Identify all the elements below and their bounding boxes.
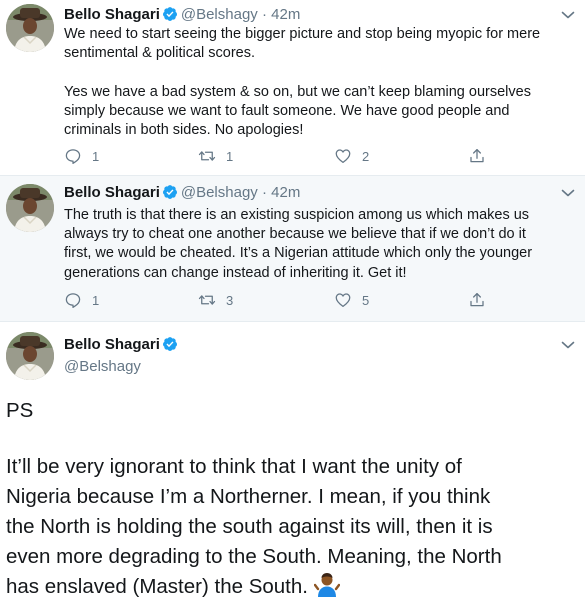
verified-badge-icon [162,336,178,352]
share-icon [468,291,486,309]
share-button[interactable] [468,290,496,310]
like-button[interactable]: 2 [334,146,369,166]
avatar[interactable] [6,4,54,52]
chevron-down-icon[interactable] [561,10,575,20]
tweet-text: The truth is that there is an existing s… [64,207,533,281]
tweet-text: We need to start seeing the bigger pictu… [64,26,541,139]
retweet-count: 3 [226,292,234,308]
tweet-2[interactable]: Bello Shagari @Belshagy · 42m The truth i… [0,176,585,322]
reply-icon [64,147,82,165]
like-count: 5 [362,292,370,308]
author-handle[interactable]: @Belshagy [181,184,258,201]
like-button[interactable]: 5 [334,290,369,310]
reply-count: 1 [92,292,100,308]
retweet-icon [198,147,216,165]
like-icon [334,147,352,165]
tweet-header: Bello Shagari @Belshagy · 42m [64,6,300,24]
reply-icon [64,291,82,309]
chevron-down-icon[interactable] [561,340,575,350]
main-tweet-text: It’ll be very ignorant to think that I w… [6,452,581,602]
main-tweet-body: It’ll be very ignorant to think that I w… [6,455,502,598]
timestamp[interactable]: 42m [271,6,300,23]
avatar-image [6,332,54,380]
verified-badge-icon [162,6,178,22]
verified-badge-icon [162,184,178,200]
separator-dot: · [261,6,267,23]
avatar-image [6,4,54,52]
author-name[interactable]: Bello Shagari [64,184,160,201]
share-button[interactable] [468,146,496,166]
retweet-icon [198,291,216,309]
author-handle[interactable]: @Belshagy [64,358,141,376]
reply-button[interactable]: 1 [64,146,99,166]
avatar[interactable] [6,184,54,232]
retweet-button[interactable]: 3 [198,290,233,310]
tweet-header: Bello Shagari @Belshagy [64,336,181,375]
reply-button[interactable]: 1 [64,290,99,310]
tweet-header: Bello Shagari @Belshagy · 42m [64,184,300,202]
author-handle[interactable]: @Belshagy [181,6,258,23]
avatar-image [6,184,54,232]
like-icon [334,291,352,309]
author-name[interactable]: Bello Shagari [64,336,160,353]
tweet-1[interactable]: Bello Shagari @Belshagy · 42m We need to … [0,0,585,176]
tweet-actions: 1 1 2 [64,146,564,166]
retweet-button[interactable]: 1 [198,146,233,166]
avatar[interactable] [6,332,54,380]
like-count: 2 [362,148,370,164]
share-icon [468,147,486,165]
chevron-down-icon[interactable] [561,188,575,198]
main-tweet: Bello Shagari @Belshagy PS It’ll be very… [0,322,585,604]
timestamp[interactable]: 42m [271,184,300,201]
main-tweet-ps: PS [6,399,34,422]
shrug-emoji-icon [314,572,340,598]
tweet-actions: 1 3 5 [64,290,564,310]
author-name[interactable]: Bello Shagari [64,6,160,23]
separator-dot: · [261,184,267,201]
reply-count: 1 [92,148,100,164]
retweet-count: 1 [226,148,234,164]
